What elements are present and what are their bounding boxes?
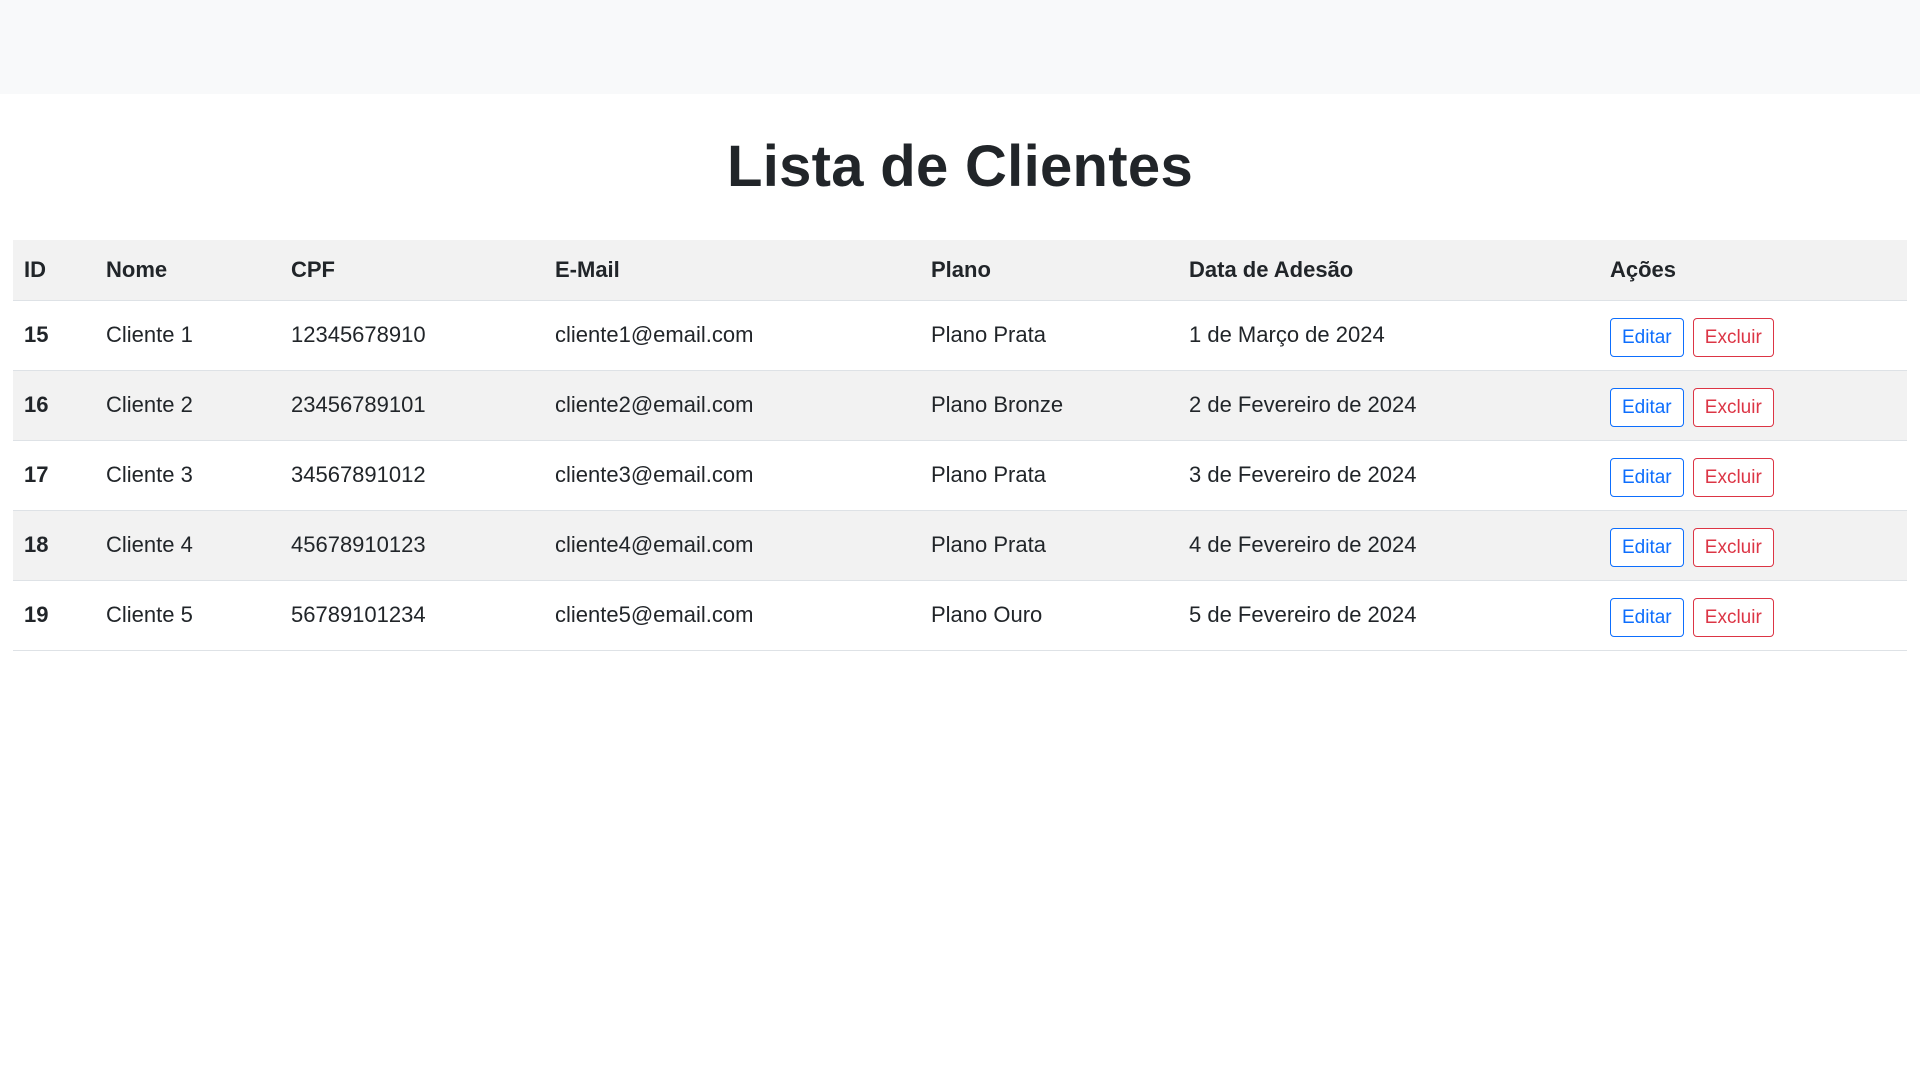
cell-cpf: 34567891012 — [291, 462, 426, 487]
table-header-row: ID Nome CPF E-Mail Plano Data de Adesão … — [13, 240, 1907, 301]
header-id[interactable]: ID — [13, 240, 95, 301]
cell-acoes: Editar Excluir — [1599, 580, 1907, 650]
header-plano[interactable]: Plano — [920, 240, 1178, 301]
delete-button[interactable]: Excluir — [1692, 457, 1774, 497]
cell-cpf: 12345678910 — [291, 322, 426, 347]
table-row: 17 Cliente 3 34567891012 cliente3@email.… — [13, 440, 1907, 510]
cell-id: 17 — [24, 462, 49, 487]
cell-data-adesao: 5 de Fevereiro de 2024 — [1189, 602, 1417, 627]
cell-data-adesao: 2 de Fevereiro de 2024 — [1189, 392, 1417, 417]
cell-data-adesao: 4 de Fevereiro de 2024 — [1189, 532, 1417, 557]
top-navbar — [0, 0, 1920, 94]
cell-cpf: 56789101234 — [291, 602, 426, 627]
edit-button[interactable]: Editar — [1610, 527, 1684, 567]
cell-plano: Plano Prata — [931, 462, 1046, 487]
cell-id: 16 — [24, 392, 49, 417]
header-email[interactable]: E-Mail — [544, 240, 920, 301]
header-cpf[interactable]: CPF — [280, 240, 544, 301]
edit-button[interactable]: Editar — [1610, 457, 1684, 497]
cell-plano: Plano Bronze — [931, 392, 1064, 417]
cell-plano: Plano Prata — [931, 322, 1046, 347]
delete-button[interactable]: Excluir — [1692, 317, 1774, 357]
table-header: ID Nome CPF E-Mail Plano Data de Adesão … — [13, 240, 1907, 301]
cell-nome: Cliente 2 — [106, 392, 193, 417]
cell-acoes: Editar Excluir — [1599, 370, 1907, 440]
cell-email: cliente2@email.com — [555, 392, 754, 417]
cell-id: 15 — [24, 322, 49, 347]
cell-acoes: Editar Excluir — [1599, 440, 1907, 510]
cell-data-adesao: 1 de Março de 2024 — [1189, 322, 1385, 347]
edit-button[interactable]: Editar — [1610, 597, 1684, 637]
clients-table-container: ID Nome CPF E-Mail Plano Data de Adesão … — [13, 240, 1907, 651]
delete-button[interactable]: Excluir — [1692, 387, 1774, 427]
cell-plano: Plano Prata — [931, 532, 1046, 557]
cell-id: 19 — [24, 602, 49, 627]
cell-nome: Cliente 4 — [106, 532, 193, 557]
clients-table: ID Nome CPF E-Mail Plano Data de Adesão … — [13, 240, 1907, 651]
cell-nome: Cliente 3 — [106, 462, 193, 487]
cell-email: cliente3@email.com — [555, 462, 754, 487]
delete-button[interactable]: Excluir — [1692, 597, 1774, 637]
header-nome[interactable]: Nome — [95, 240, 280, 301]
page-title: Lista de Clientes — [726, 134, 1193, 199]
cell-acoes: Editar Excluir — [1599, 510, 1907, 580]
cell-acoes: Editar Excluir — [1599, 300, 1907, 370]
cell-cpf: 45678910123 — [291, 532, 426, 557]
table-row: 18 Cliente 4 45678910123 cliente4@email.… — [13, 510, 1907, 580]
table-row: 15 Cliente 1 12345678910 cliente1@email.… — [13, 300, 1907, 370]
cell-nome: Cliente 5 — [106, 602, 193, 627]
cell-email: cliente1@email.com — [555, 322, 754, 347]
delete-button[interactable]: Excluir — [1692, 527, 1774, 567]
header-acoes: Ações — [1599, 240, 1907, 301]
cell-email: cliente4@email.com — [555, 532, 754, 557]
edit-button[interactable]: Editar — [1610, 387, 1684, 427]
edit-button[interactable]: Editar — [1610, 317, 1684, 357]
cell-email: cliente5@email.com — [555, 602, 754, 627]
cell-id: 18 — [24, 532, 49, 557]
table-row: 19 Cliente 5 56789101234 cliente5@email.… — [13, 580, 1907, 650]
header-data-adesao[interactable]: Data de Adesão — [1178, 240, 1599, 301]
cell-data-adesao: 3 de Fevereiro de 2024 — [1189, 462, 1417, 487]
cell-plano: Plano Ouro — [931, 602, 1043, 627]
table-row: 16 Cliente 2 23456789101 cliente2@email.… — [13, 370, 1907, 440]
cell-cpf: 23456789101 — [291, 392, 426, 417]
table-body: 15 Cliente 1 12345678910 cliente1@email.… — [13, 300, 1907, 650]
cell-nome: Cliente 1 — [106, 322, 193, 347]
